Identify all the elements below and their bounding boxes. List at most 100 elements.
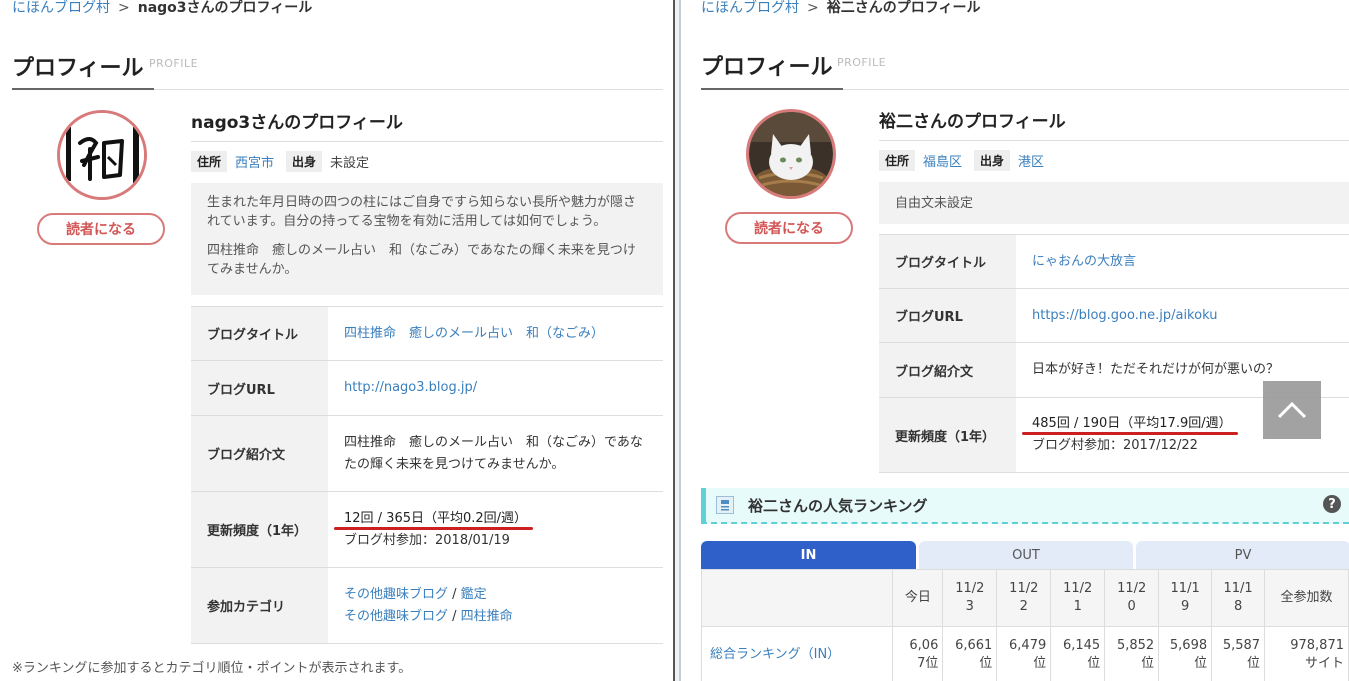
ranking-tabs: IN OUT PV (701, 541, 1349, 569)
origin-tag: 出身 (974, 150, 1011, 171)
tab-out[interactable]: OUT (919, 541, 1133, 569)
location-row: 住所 西宮市 出身 未設定 (191, 151, 369, 172)
category-link[interactable]: その他趣味ブログ (344, 587, 448, 602)
category-separator: / (448, 586, 461, 602)
follow-button[interactable]: 読者になる (37, 213, 165, 245)
blog-title-label: ブログタイトル (191, 306, 328, 361)
origin-tag: 出身 (286, 151, 323, 172)
calligraphy-avatar-image (60, 113, 144, 197)
breadcrumb: にほんブログ村 > 裕二さんのプロフィール (701, 0, 980, 17)
origin-link[interactable]: 港区 (1018, 151, 1044, 170)
table-row: ブログURL https://blog.goo.ne.jp/aikoku (879, 288, 1349, 343)
avatar (746, 109, 836, 199)
category-label: 参加カテゴリ (191, 567, 328, 644)
table-row: ブログタイトル にゃおんの大放言 (879, 234, 1349, 289)
profile-name: nago3さんのプロフィール (191, 113, 403, 133)
table-row: 更新頻度（1年） 12回 / 365日（平均0.2回/週） ブログ村参加：201… (191, 491, 663, 568)
table-row: 参加カテゴリ その他趣味ブログ / 鑑定 その他趣味ブログ / 四柱推命 (191, 567, 663, 644)
update-frequency-cell: 12回 / 365日（平均0.2回/週） ブログ村参加：2018/01/19 (328, 491, 663, 568)
ranking-icon (716, 496, 734, 514)
breadcrumb-current: 裕二さんのプロフィール (826, 0, 981, 16)
ranking-header: 裕二さんの人気ランキング (701, 488, 1349, 524)
section-subtitle: PROFILE (149, 57, 199, 70)
header-cell: 11/2 2 (996, 569, 1052, 627)
profile-name-divider (191, 141, 663, 142)
update-frequency-label: 更新頻度（1年） (879, 397, 1016, 473)
table-row: ブログURL http://nago3.blog.jp/ (191, 360, 663, 416)
blog-desc-value: 四柱推命 癒しのメール占い 和（なごみ）であなたの輝く未来を見つけてみませんか。 (328, 415, 663, 492)
section-title: プロフィール (12, 56, 144, 81)
profile-name-divider (879, 140, 1349, 141)
header-cell: 今日 (892, 569, 944, 627)
breadcrumb-separator: > (807, 0, 819, 16)
table-row: 総合ランキング（IN） 6,06 7位 6,661 位 6,479 位 6,14… (700, 626, 1349, 681)
category-separator: / (448, 608, 461, 624)
pane-divider (673, 0, 681, 681)
overall-ranking-link[interactable]: 総合ランキング（IN） (710, 647, 840, 662)
header-empty (700, 569, 894, 627)
help-icon[interactable]: ? (1323, 495, 1341, 513)
rank-cell: 5,698 位 (1158, 626, 1213, 681)
table-row: 今日 11/2 3 11/2 2 11/2 1 11/2 0 11/1 9 11… (700, 569, 1349, 627)
category-link[interactable]: 四柱推命 (461, 609, 513, 624)
tab-pv[interactable]: PV (1136, 541, 1349, 569)
tab-in[interactable]: IN (701, 541, 916, 569)
blog-url-label: ブログURL (879, 288, 1016, 343)
breadcrumb-current: nago3さんのプロフィール (137, 0, 313, 16)
residence-link[interactable]: 福島区 (923, 151, 962, 170)
blog-url-link[interactable]: http://nago3.blog.jp/ (344, 380, 477, 395)
residence-tag: 住所 (879, 150, 916, 171)
header-cell: 11/1 9 (1158, 569, 1213, 627)
table-row: ブログ紹介文 四柱推命 癒しのメール占い 和（なごみ）であなたの輝く未来を見つけ… (191, 415, 663, 492)
rank-cell: 6,06 7位 (892, 626, 944, 681)
blog-title-link[interactable]: 四柱推命 癒しのメール占い 和（なごみ） (344, 326, 604, 341)
blog-url-label: ブログURL (191, 360, 328, 416)
avatar (57, 110, 147, 200)
residence-link[interactable]: 西宮市 (235, 152, 274, 171)
category-link[interactable]: 鑑定 (461, 587, 487, 602)
join-date: ブログ村参加：2018/01/19 (344, 532, 510, 548)
section-subtitle: PROFILE (837, 56, 887, 69)
profile-intro: 自由文未設定 (879, 182, 1349, 224)
category-link[interactable]: その他趣味ブログ (344, 609, 448, 624)
category-cell: その他趣味ブログ / 鑑定 その他趣味ブログ / 四柱推命 (328, 567, 663, 644)
breadcrumb-home-link[interactable]: にほんブログ村 (12, 0, 110, 16)
header-cell: 11/1 8 (1211, 569, 1266, 627)
intro-paragraph: 生まれた年月日時の四つの柱にはご自身ですら知らない長所や魅力が隠されています。自… (207, 195, 637, 229)
cat-avatar-image (749, 112, 833, 196)
chevron-up-icon (1277, 401, 1307, 419)
rank-cell: 5,587 位 (1211, 626, 1266, 681)
header-cell: 11/2 0 (1104, 569, 1160, 627)
table-row: ブログタイトル 四柱推命 癒しのメール占い 和（なごみ） (191, 306, 663, 361)
header-cell: 11/2 3 (942, 569, 998, 627)
origin-value: 未設定 (330, 156, 370, 171)
update-frequency-value: 12回 / 365日（平均0.2回/週） (344, 510, 528, 526)
rank-cell: 978,871 サイト (1264, 626, 1349, 681)
breadcrumb-separator: > (118, 0, 130, 16)
section-title: プロフィール (701, 55, 833, 80)
blog-title-label: ブログタイトル (879, 234, 1016, 289)
rank-cell: 6,661 位 (942, 626, 998, 681)
breadcrumb-home-link[interactable]: にほんブログ村 (701, 0, 799, 16)
update-frequency-label: 更新頻度（1年） (191, 491, 328, 568)
blog-desc-label: ブログ紹介文 (191, 415, 328, 492)
intro-paragraph: 四柱推命 癒しのメール占い 和（なごみ）であなたの輝く未来を見つけてみませんか。 (207, 243, 636, 277)
section-divider-accent (12, 88, 154, 90)
blog-url-link[interactable]: https://blog.goo.ne.jp/aikoku (1032, 308, 1217, 323)
blog-info-table: ブログタイトル 四柱推命 癒しのメール占い 和（なごみ） ブログURL http… (191, 306, 663, 644)
right-profile-pane: にほんブログ村 > 裕二さんのプロフィール プロフィール PROFILE 読者になる… (681, 0, 1349, 681)
breadcrumb: にほんブログ村 > nago3さんのプロフィール (12, 0, 312, 17)
follow-button[interactable]: 読者になる (725, 212, 853, 244)
ranking-note: ※ランキングに参加するとカテゴリ順位・ポイントが表示されます。 (12, 661, 412, 676)
profile-name: 裕二さんのプロフィール (879, 112, 1066, 132)
header-cell: 11/2 1 (1050, 569, 1106, 627)
rank-cell: 6,145 位 (1050, 626, 1106, 681)
left-profile-pane: にほんブログ村 > nago3さんのプロフィール プロフィール PROFILE 読者… (0, 0, 673, 681)
update-frequency-value: 485回 / 190日（平均17.9回/週） (1032, 416, 1232, 431)
blog-title-link[interactable]: にゃおんの大放言 (1032, 254, 1136, 269)
scroll-to-top-button[interactable] (1263, 381, 1321, 439)
profile-intro: 生まれた年月日時の四つの柱にはご自身ですら知らない長所や魅力が隠されています。自… (191, 183, 663, 295)
ranking-title: 裕二さんの人気ランキング (748, 496, 928, 515)
location-row: 住所 福島区 出身 港区 (879, 150, 1056, 171)
residence-tag: 住所 (191, 151, 228, 172)
